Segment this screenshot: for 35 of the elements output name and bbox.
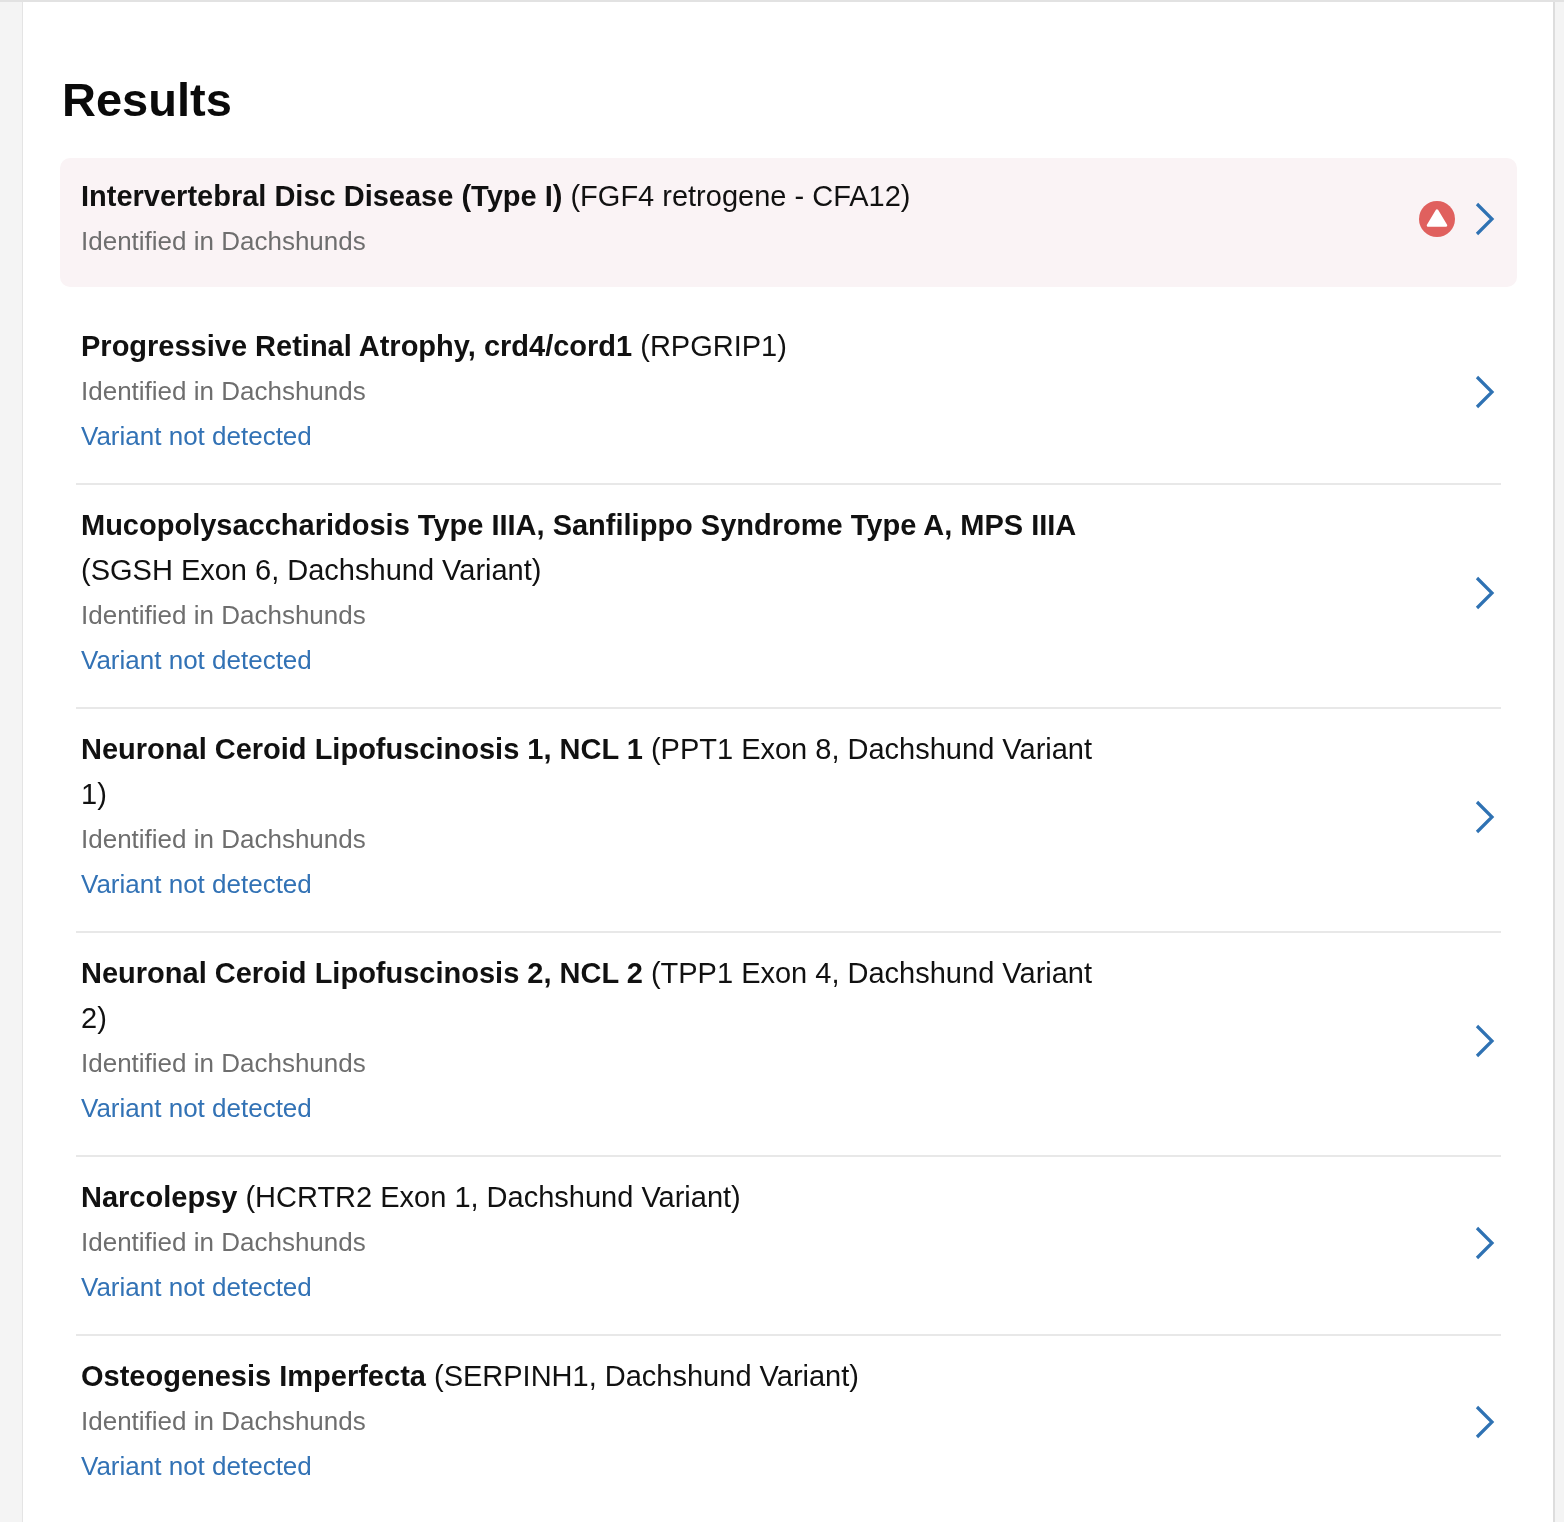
breed-note: Identified in Dachshunds — [81, 375, 367, 408]
result-item[interactable]: Narcolepsy (HCRTR2 Exon 1, Dachshund Variant) Identified in Dachshunds Variant not detected — [76, 1157, 1501, 1336]
breed-note: Identified in Dachshunds — [81, 225, 367, 258]
result-item[interactable]: Mucopolysaccharidosis Type IIIA, Sanfilippo Syndrome Type A, MPS IIIA (SGSH Exon 6, Dachshund Variant) Identified in Dachshunds Variant not detected — [76, 485, 1501, 709]
breed-note: Identified in Dachshunds — [81, 1047, 367, 1080]
breed-note: Identified in Dachshunds — [81, 1405, 367, 1438]
result-title: Narcolepsy (HCRTR2 Exon 1, Dachshund Variant) — [81, 1180, 741, 1215]
result-status: Variant not detected — [81, 868, 313, 901]
result-title: Mucopolysaccharidosis Type IIIA, Sanfilippo Syndrome Type A, MPS IIIA (SGSH Exon 6, Dachshund Variant) — [81, 508, 1078, 588]
chevron-right-icon — [1475, 374, 1495, 409]
page-heading: Results — [62, 72, 233, 128]
result-item[interactable]: Intervertebral Disc Disease (Type I) (FGF4 retrogene - CFA12) Identified in Dachshunds — [60, 158, 1517, 287]
result-status: Variant not detected — [81, 420, 313, 453]
breed-note: Identified in Dachshunds — [81, 823, 367, 856]
result-title: Intervertebral Disc Disease (Type I) (FGF4 retrogene - CFA12) — [81, 179, 911, 214]
result-title: Osteogenesis Imperfecta (SERPINH1, Dachshund Variant) — [81, 1359, 859, 1394]
result-item[interactable]: Neuronal Ceroid Lipofuscinosis 2, NCL 2 (TPP1 Exon 4, Dachshund Variant 2) Identified in Dachshunds Variant not detected — [76, 933, 1501, 1157]
chevron-right-icon — [1475, 1225, 1495, 1260]
result-title: Neuronal Ceroid Lipofuscinosis 2, NCL 2 (TPP1 Exon 4, Dachshund Variant 2) — [81, 956, 1094, 1036]
chevron-right-icon — [1475, 800, 1495, 834]
chevron-right-icon — [1475, 576, 1495, 610]
chevron-right-icon — [1475, 202, 1495, 236]
result-status: Variant not detected — [81, 1092, 313, 1125]
result-item[interactable]: Osteogenesis Imperfecta (SERPINH1, Dachshund Variant) Identified in Dachshunds Variant not detected — [76, 1336, 1501, 1513]
chevron-right-icon — [1475, 1024, 1495, 1058]
result-item[interactable]: Progressive Retinal Atrophy, crd4/cord1 (RPGRIP1) Identified in Dachshunds Variant not detected — [76, 306, 1501, 485]
breed-note: Identified in Dachshunds — [81, 599, 367, 632]
result-status: Variant not detected — [81, 644, 313, 677]
result-title: Neuronal Ceroid Lipofuscinosis 1, NCL 1 (PPT1 Exon 8, Dachshund Variant 1) — [81, 732, 1094, 812]
result-item[interactable]: Neuronal Ceroid Lipofuscinosis 1, NCL 1 (PPT1 Exon 8, Dachshund Variant 1) Identified in Dachshunds Variant not detected — [76, 709, 1501, 933]
result-status: Variant not detected — [81, 1450, 313, 1483]
result-title: Progressive Retinal Atrophy, crd4/cord1 (RPGRIP1) — [81, 329, 787, 364]
chevron-right-icon — [1475, 1404, 1495, 1439]
breed-note: Identified in Dachshunds — [81, 1226, 367, 1259]
result-status: Variant not detected — [81, 1271, 313, 1304]
